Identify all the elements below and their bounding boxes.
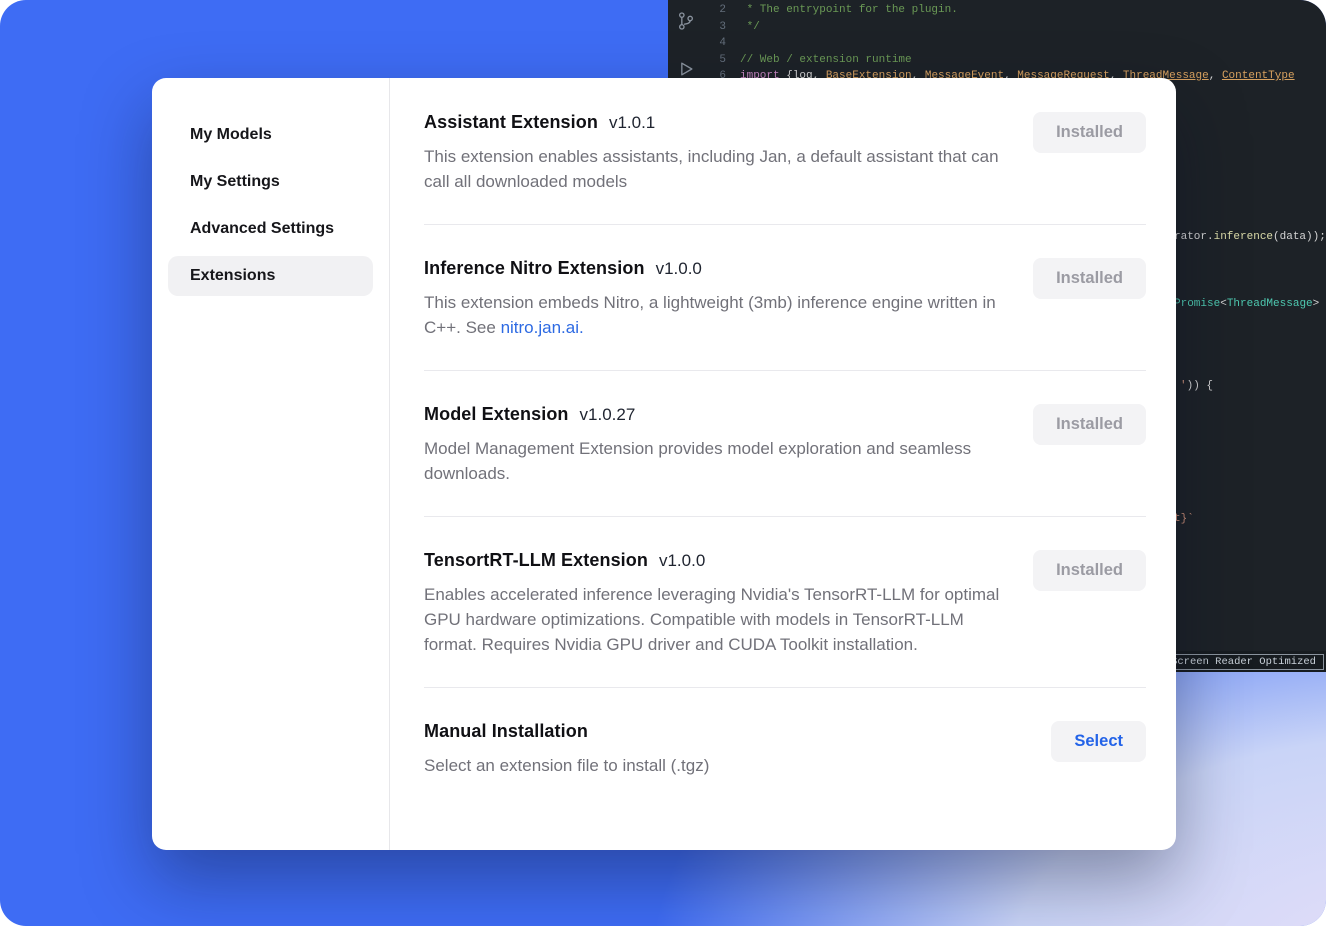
extension-version: v1.0.27	[580, 405, 636, 425]
extension-description: Enables accelerated inference leveraging…	[424, 582, 1001, 657]
extension-name: Assistant Extension	[424, 112, 598, 133]
extension-name: TensortRT-LLM Extension	[424, 550, 648, 571]
extension-row-inference-nitro: Inference Nitro Extension v1.0.0 This ex…	[424, 225, 1146, 371]
code-line: 5// Web / extension runtime	[704, 52, 1326, 69]
installed-button[interactable]: Installed	[1033, 404, 1146, 445]
extension-version: v1.0.0	[656, 259, 702, 279]
installed-button[interactable]: Installed	[1033, 112, 1146, 153]
code-fragment: t}`	[1174, 512, 1194, 526]
extension-info: Assistant Extension v1.0.1 This extensio…	[424, 112, 1033, 194]
extension-info: TensortRT-LLM Extension v1.0.0 Enables a…	[424, 550, 1033, 657]
run-icon[interactable]	[675, 58, 697, 80]
screen-reader-badge[interactable]: Screen Reader Optimized	[1163, 654, 1324, 670]
sidebar-item-my-models[interactable]: My Models	[168, 115, 373, 155]
installed-button[interactable]: Installed	[1033, 550, 1146, 591]
code-line: 4	[704, 35, 1326, 52]
extension-row-model: Model Extension v1.0.27 Model Management…	[424, 371, 1146, 517]
extension-version: v1.0.0	[659, 551, 705, 571]
sidebar-item-advanced-settings[interactable]: Advanced Settings	[168, 209, 373, 249]
extensions-panel: Assistant Extension v1.0.1 This extensio…	[390, 78, 1176, 850]
extension-info: Model Extension v1.0.27 Model Management…	[424, 404, 1033, 486]
git-branch-icon[interactable]	[675, 10, 697, 32]
sidebar-item-my-settings[interactable]: My Settings	[168, 162, 373, 202]
code-lines: 2 * The entrypoint for the plugin.3 */45…	[704, 2, 1326, 85]
settings-modal: My Models My Settings Advanced Settings …	[152, 78, 1176, 850]
code-line: 2 * The entrypoint for the plugin.	[704, 2, 1326, 19]
manual-installation-info: Manual Installation Select an extension …	[424, 721, 1051, 778]
code-fragment: Promise<ThreadMessage>	[1174, 297, 1319, 311]
code-fragment: rator.inference(data));	[1174, 230, 1326, 244]
sidebar-item-extensions[interactable]: Extensions	[168, 256, 373, 296]
extension-row-tensorrt-llm: TensortRT-LLM Extension v1.0.0 Enables a…	[424, 517, 1146, 688]
code-line: 3 */	[704, 19, 1326, 36]
extension-description: This extension embeds Nitro, a lightweig…	[424, 290, 1001, 340]
extension-description: This extension enables assistants, inclu…	[424, 144, 1001, 194]
extension-row-assistant: Assistant Extension v1.0.1 This extensio…	[424, 112, 1146, 225]
screenshot-canvas: 2 * The entrypoint for the plugin.3 */45…	[0, 0, 1326, 926]
extension-name: Inference Nitro Extension	[424, 258, 645, 279]
select-file-button[interactable]: Select	[1051, 721, 1146, 762]
extension-name: Model Extension	[424, 404, 569, 425]
nitro-jan-ai-link[interactable]: nitro.jan.ai.	[501, 318, 584, 337]
code-fragment: ')) {	[1180, 379, 1213, 393]
manual-installation-title: Manual Installation	[424, 721, 588, 742]
installed-button[interactable]: Installed	[1033, 258, 1146, 299]
manual-installation-description: Select an extension file to install (.tg…	[424, 753, 1004, 778]
manual-installation-row: Manual Installation Select an extension …	[424, 688, 1146, 808]
extension-info: Inference Nitro Extension v1.0.0 This ex…	[424, 258, 1033, 340]
extension-description: Model Management Extension provides mode…	[424, 436, 1001, 486]
settings-sidebar: My Models My Settings Advanced Settings …	[152, 78, 390, 850]
extension-version: v1.0.1	[609, 113, 655, 133]
